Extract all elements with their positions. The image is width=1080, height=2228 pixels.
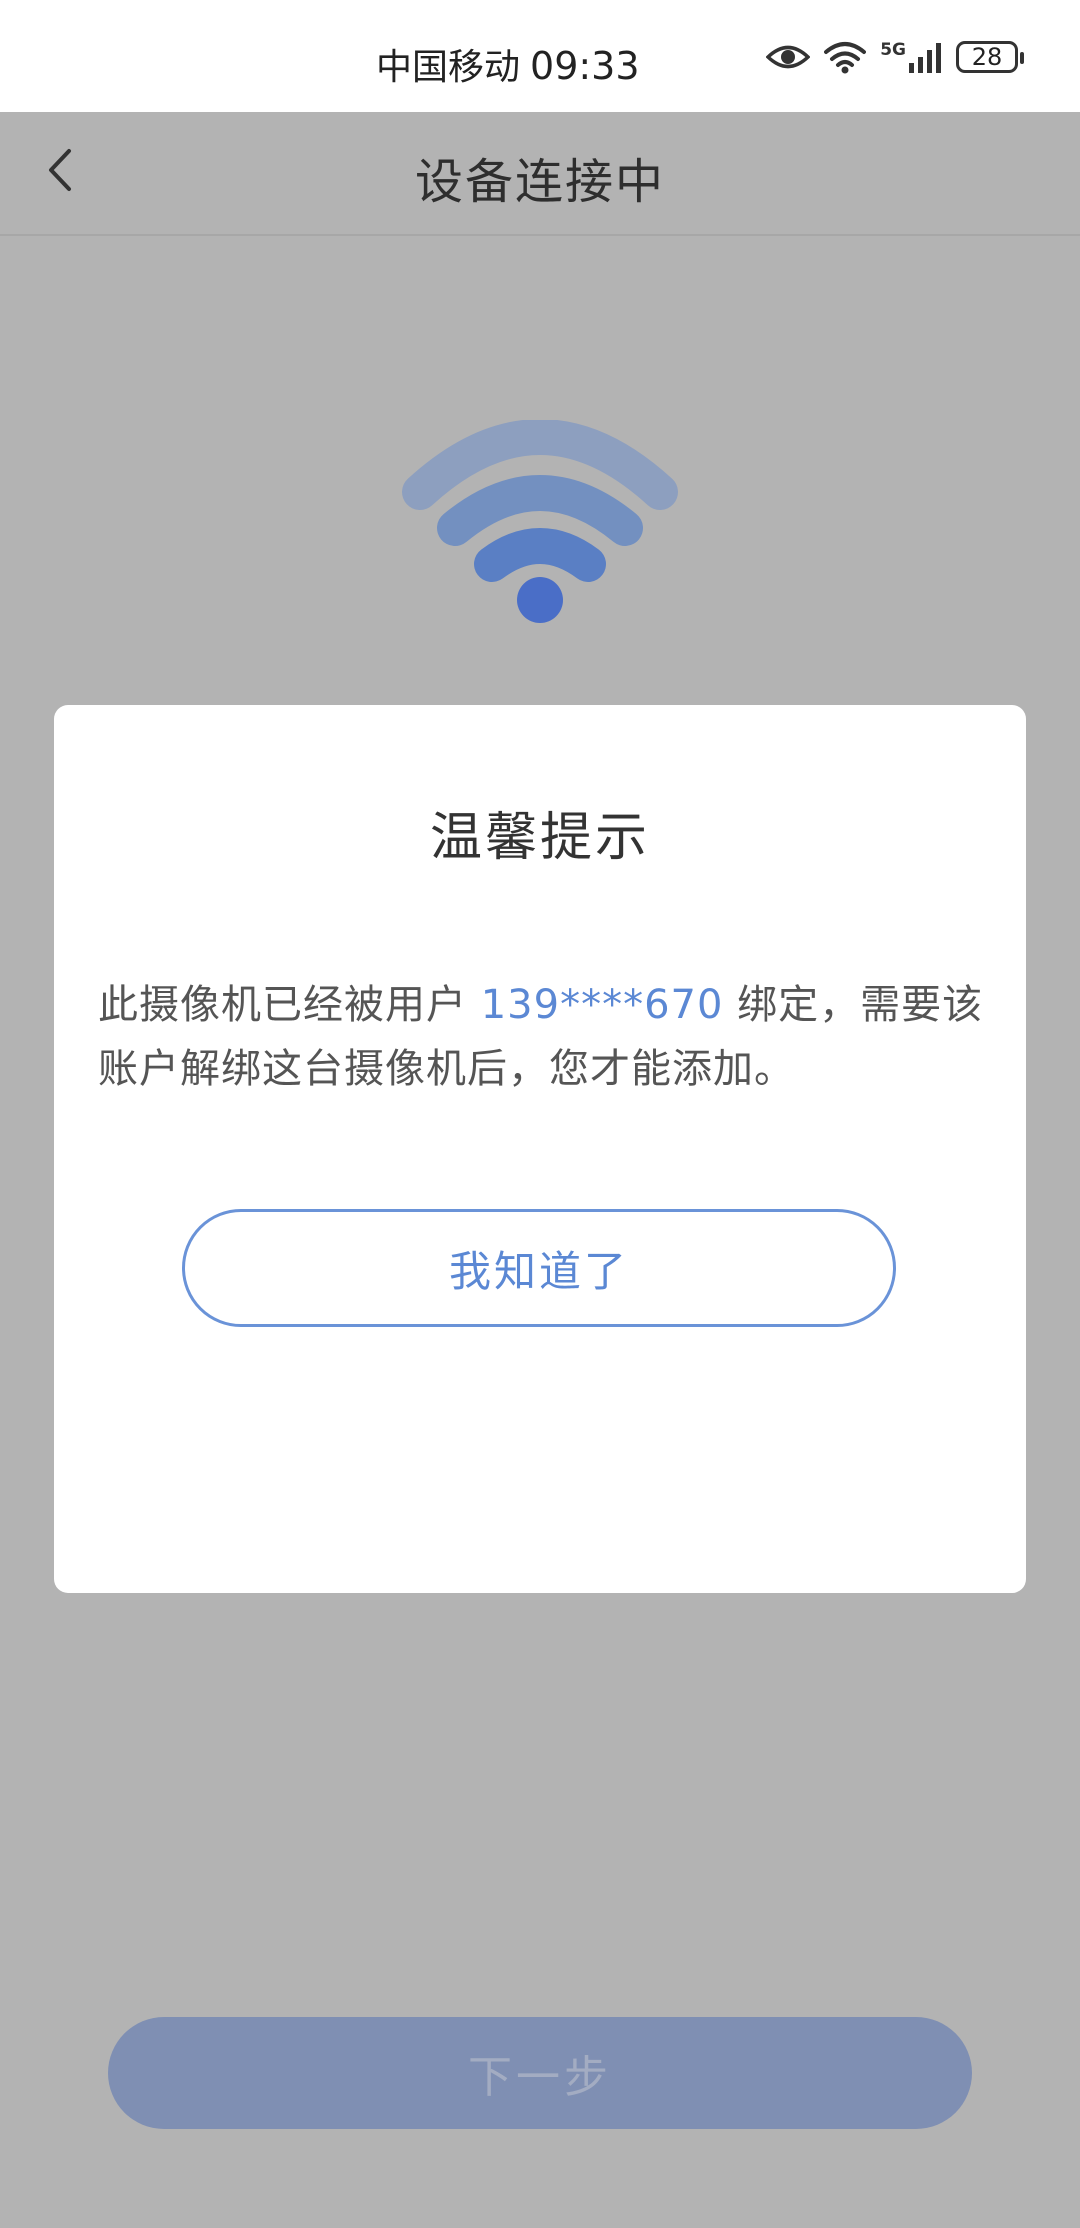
clock: 09:33 (530, 44, 640, 88)
bound-phone-number: 139****670 (480, 982, 724, 1028)
wifi-icon (400, 419, 680, 630)
battery-icon: 28 (956, 41, 1024, 73)
dialog-message: 此摄像机已经被用户 139****670 绑定，需要该账户解绑这台摄像机后，您才… (98, 973, 986, 1101)
next-step-button[interactable]: 下一步 (108, 2017, 972, 2129)
dialog-title: 温馨提示 (429, 808, 650, 868)
alert-dialog: 温馨提示 此摄像机已经被用户 139****670 绑定，需要该账户解绑这台摄像… (54, 705, 1026, 1593)
carrier-label: 中国移动 (376, 47, 521, 88)
battery-level: 28 (971, 43, 1003, 71)
wifi-icon (824, 40, 867, 74)
page-title: 设备连接中 (414, 154, 665, 210)
app-bar: 设备连接中 (0, 112, 1080, 236)
network-type: 5G (880, 40, 906, 60)
status-bar: 中国移动 09:33 5G 28 (0, 0, 1080, 112)
signal-icon: 5G (880, 41, 942, 73)
status-icons: 5G 28 (766, 40, 1024, 74)
acknowledge-button[interactable]: 我知道了 (182, 1209, 896, 1327)
message-prefix: 此摄像机已经被用户 (98, 982, 481, 1028)
eye-icon (766, 42, 811, 72)
status-carrier-time: 中国移动 09:33 (376, 38, 640, 90)
